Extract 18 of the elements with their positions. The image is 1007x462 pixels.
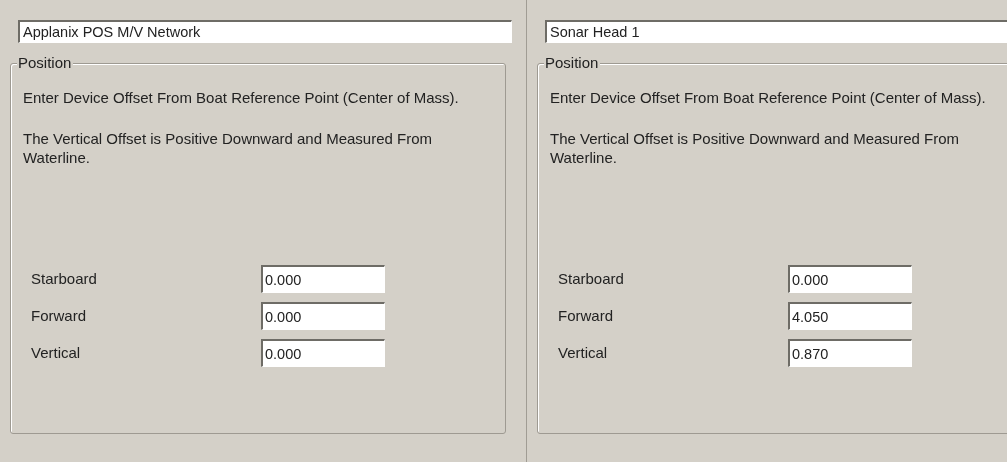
offset-field[interactable]: 0.000 [261,302,385,330]
offset-label: Starboard [30,268,98,289]
offset-label: Vertical [30,342,82,363]
offset-label: Forward [30,305,87,326]
offset-label: Forward [557,305,614,326]
device-name-field[interactable]: Sonar Head 1 [545,20,1007,43]
offset-label: Starboard [557,268,625,289]
instruction-text: Enter Device Offset From Boat Reference Point (Center of Mass). [23,88,460,107]
offset-field[interactable]: 4.050 [788,302,912,330]
instruction-text: The Vertical Offset is Positive Downward and Measured From Waterline. [23,129,434,167]
offset-field[interactable]: 0.000 [261,339,385,367]
device-name-field[interactable]: Applanix POS M/V Network [18,20,512,43]
instruction-text: Enter Device Offset From Boat Reference Point (Center of Mass). [550,88,987,107]
offset-label: Vertical [557,342,609,363]
offset-field[interactable]: 0.000 [261,265,385,293]
offset-field[interactable]: 0.870 [788,339,912,367]
offset-field[interactable]: 0.000 [788,265,912,293]
instruction-text: The Vertical Offset is Positive Downward and Measured From Waterline. [550,129,961,167]
